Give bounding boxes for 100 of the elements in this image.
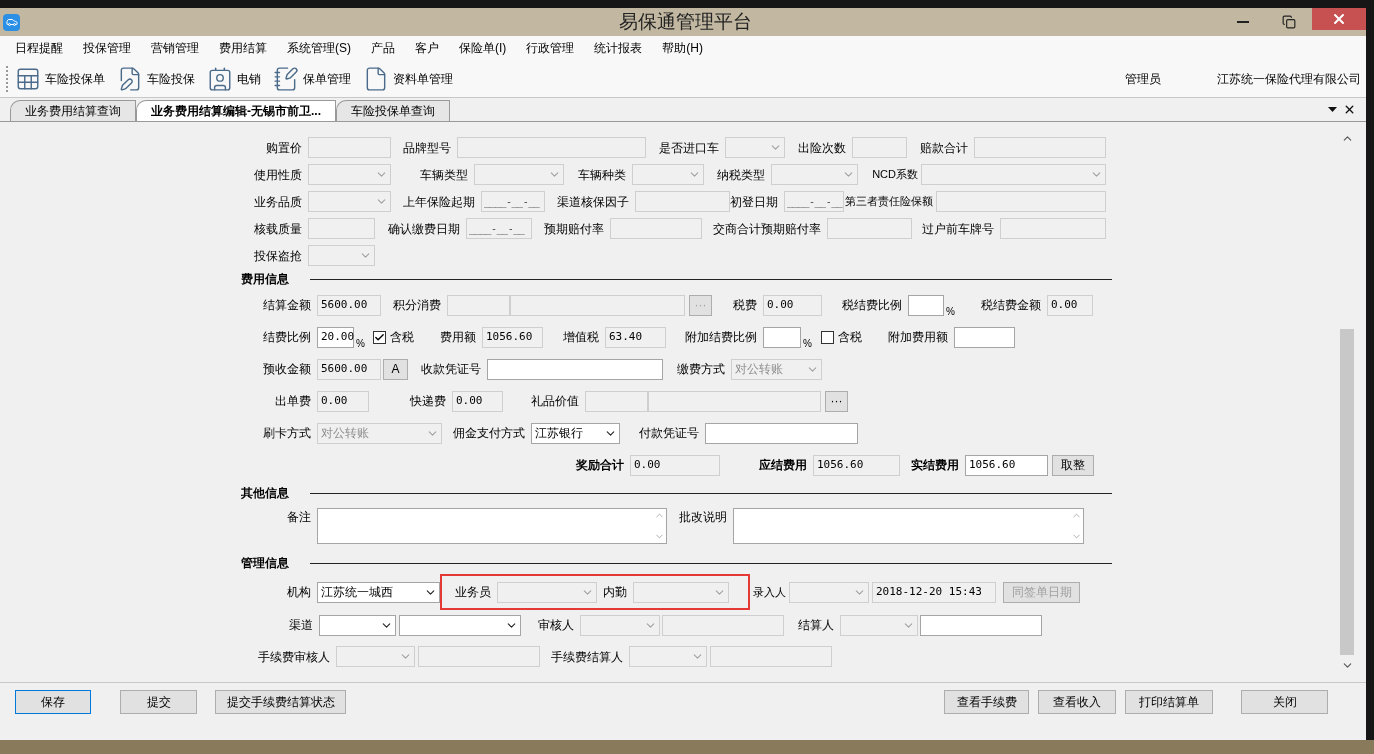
- form-button[interactable]: A: [383, 358, 408, 380]
- field-label: 奖励合计: [575, 457, 625, 474]
- field-label: 缴费方式: [676, 361, 726, 378]
- toolbar-button[interactable]: 电销: [204, 65, 264, 92]
- field-label: 预收金额: [262, 361, 312, 378]
- menu-item[interactable]: 营销管理: [141, 39, 209, 57]
- field-label: 增值税: [562, 329, 600, 346]
- field-label: 购置价: [265, 139, 303, 157]
- unit-label: %: [946, 305, 956, 319]
- menu-item[interactable]: 客户: [405, 39, 449, 57]
- tab[interactable]: 业务费用结算查询: [10, 100, 136, 121]
- toolbar-button[interactable]: 资料单管理: [360, 65, 456, 92]
- dropdown[interactable]: 江苏银行: [531, 422, 620, 444]
- field-label: 礼品价值: [530, 393, 580, 410]
- field-label: 核载质量: [253, 220, 303, 238]
- unit-label: %: [803, 337, 813, 351]
- text-field[interactable]: [487, 358, 663, 380]
- dropdown-value: 对公转账: [735, 361, 783, 378]
- menu-item[interactable]: 系统管理(S): [277, 39, 361, 57]
- action-button[interactable]: 查看收入: [1038, 690, 1116, 714]
- field-label: 手续费结算人: [550, 648, 624, 666]
- user-name: 管理员: [1125, 70, 1161, 88]
- unit-label: %: [356, 337, 366, 351]
- close-icon[interactable]: [1343, 103, 1356, 116]
- app-logo-icon: [3, 13, 20, 31]
- field-label: 渠道: [288, 617, 314, 634]
- field-label: 第三者责任险保额: [844, 194, 934, 210]
- dropdown[interactable]: [399, 614, 521, 636]
- section-heading: 其他信息: [241, 485, 290, 502]
- text-field[interactable]: [920, 614, 1042, 636]
- menu-item[interactable]: 费用结算: [209, 39, 277, 57]
- action-button[interactable]: 打印结算单: [1125, 690, 1213, 714]
- field-label: 附加费用额: [887, 329, 949, 346]
- form-button[interactable]: ···: [825, 390, 848, 412]
- field-label: 收款凭证号: [420, 361, 482, 378]
- dropdown[interactable]: 江苏统一城西: [317, 581, 440, 603]
- field-label: 税费: [732, 297, 758, 314]
- field-label: 税结费比例: [841, 297, 903, 314]
- field-label: 机构: [286, 584, 312, 601]
- field-label: 实结费用: [910, 457, 960, 474]
- checkbox[interactable]: 含税: [821, 326, 866, 348]
- field-label: 税结费金额: [980, 297, 1042, 314]
- menu-item[interactable]: 保险单(I): [449, 39, 517, 57]
- field-label: 车辆种类: [577, 166, 627, 184]
- tab-menu-icon[interactable]: [1328, 107, 1337, 112]
- section-heading: 费用信息: [241, 271, 290, 288]
- field-label: 渠道核保因子: [556, 193, 630, 211]
- field-label: 出险次数: [797, 139, 847, 157]
- field-label: 结费比例: [262, 329, 312, 346]
- close-button[interactable]: [1312, 8, 1366, 30]
- dropdown-value: 江苏统一城西: [321, 584, 393, 601]
- dropdown[interactable]: [319, 614, 396, 636]
- action-button[interactable]: 提交: [120, 690, 197, 714]
- field-label: 手续费审核人: [257, 648, 331, 666]
- field-label: 刷卡方式: [262, 425, 312, 442]
- form-button[interactable]: 取整: [1052, 454, 1094, 476]
- field-label: 审核人: [537, 617, 575, 634]
- menu-item[interactable]: 行政管理: [516, 39, 585, 57]
- menu-item[interactable]: 产品: [361, 39, 405, 57]
- tab[interactable]: 车险投保单查询: [336, 100, 450, 121]
- field-label: 结算人: [797, 617, 835, 634]
- field-label: 快递费: [409, 393, 447, 410]
- action-button[interactable]: 关闭: [1241, 690, 1328, 714]
- contact-card-icon: [207, 65, 233, 92]
- action-button[interactable]: 保存: [15, 690, 91, 714]
- text-field[interactable]: 20.00: [317, 326, 354, 348]
- field-label: 使用性质: [253, 166, 303, 184]
- action-button[interactable]: 提交手续费结算状态: [215, 690, 346, 714]
- dropdown-value: 对公转账: [321, 425, 369, 442]
- field-label: 出单费: [274, 393, 312, 410]
- text-area[interactable]: [317, 508, 667, 544]
- field-label: 车辆类型: [419, 166, 469, 184]
- toolbar-button[interactable]: 车险投保单: [12, 65, 108, 92]
- menu-item[interactable]: 投保管理: [73, 39, 141, 57]
- field-label: 品牌型号: [402, 139, 452, 157]
- field-label: 上年保险起期: [402, 193, 476, 211]
- text-area[interactable]: [733, 508, 1084, 544]
- dropdown-value: 江苏银行: [535, 425, 583, 442]
- menu-item[interactable]: 日程提醒: [5, 39, 73, 57]
- field-label: 是否进口车: [658, 139, 720, 157]
- text-field[interactable]: 1056.60: [965, 454, 1048, 476]
- text-field[interactable]: [763, 326, 801, 348]
- menu-item[interactable]: 统计报表: [584, 39, 653, 57]
- tab[interactable]: 业务费用结算编辑-无锡市前卫...: [136, 100, 336, 121]
- text-field[interactable]: [908, 294, 944, 316]
- toolbar-button[interactable]: 保单管理: [270, 65, 354, 92]
- field-label: 业务员: [454, 584, 492, 601]
- action-button[interactable]: 查看手续费: [944, 690, 1029, 714]
- toolbar-button[interactable]: 车险投保: [114, 65, 198, 92]
- scrollbar-thumb[interactable]: [1340, 329, 1354, 655]
- text-field[interactable]: [705, 422, 858, 444]
- section-heading: 管理信息: [241, 555, 290, 572]
- field-label: 内勤: [602, 584, 628, 601]
- checkbox[interactable]: 含税: [373, 326, 418, 348]
- field-label: 付款凭证号: [638, 425, 700, 442]
- menu-item[interactable]: 帮助(H): [652, 39, 713, 57]
- field-label: 业务品质: [253, 193, 303, 211]
- restore-icon: [1282, 15, 1296, 29]
- text-field[interactable]: [954, 326, 1015, 348]
- field-label: 结算金额: [262, 297, 312, 314]
